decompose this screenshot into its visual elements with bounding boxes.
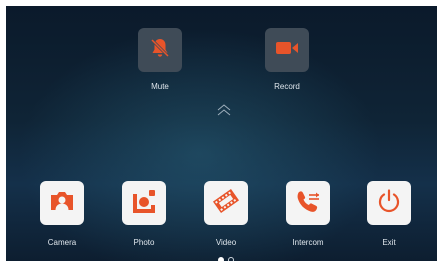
photo-label: Photo — [133, 238, 155, 247]
chevron-up-double-icon[interactable] — [216, 104, 232, 116]
power-icon — [375, 187, 403, 220]
camera-app-button[interactable] — [40, 181, 84, 225]
page-dot-1[interactable] — [218, 257, 224, 261]
exit-app-button[interactable] — [367, 181, 411, 225]
camera-icon — [48, 189, 76, 218]
phone-transfer-icon — [294, 187, 322, 220]
film-icon — [211, 186, 241, 221]
home-screen: Mute Record Camera Photo Video Intercom … — [6, 6, 437, 261]
intercom-app-button[interactable] — [286, 181, 330, 225]
photo-icon — [130, 187, 158, 220]
page-dot-2[interactable] — [228, 257, 234, 261]
record-label: Record — [274, 82, 300, 91]
mute-button[interactable] — [138, 28, 182, 72]
video-camera-icon — [274, 38, 300, 63]
video-label: Video — [215, 238, 237, 247]
bell-off-icon — [148, 36, 172, 65]
mute-label: Mute — [151, 82, 169, 91]
camera-label: Camera — [47, 238, 77, 247]
intercom-label: Intercom — [292, 238, 324, 247]
photo-app-button[interactable] — [122, 181, 166, 225]
video-app-button[interactable] — [204, 181, 248, 225]
exit-label: Exit — [382, 238, 396, 247]
record-button[interactable] — [265, 28, 309, 72]
